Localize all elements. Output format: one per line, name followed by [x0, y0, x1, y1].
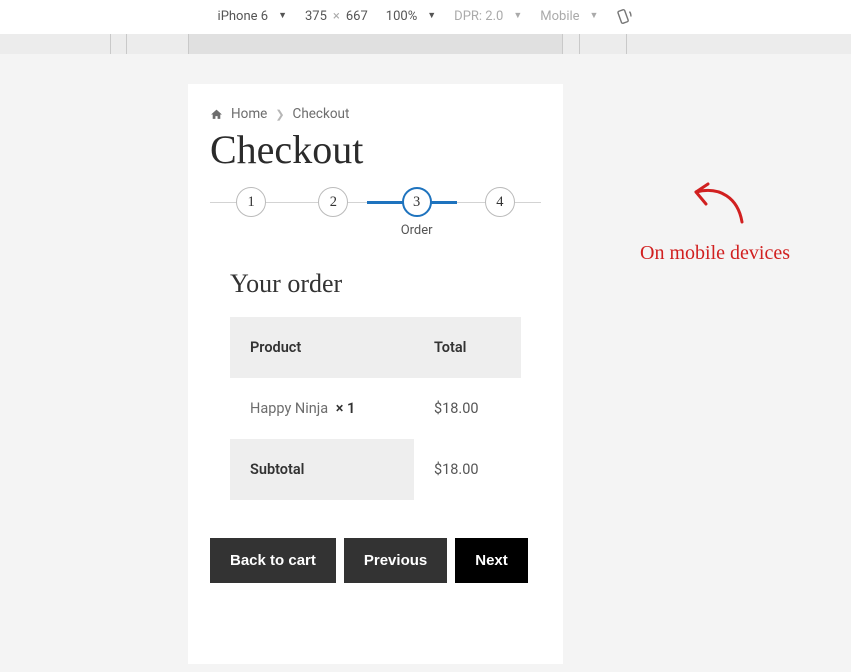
viewport-width[interactable]: 375 — [305, 9, 327, 24]
zoom-selector[interactable]: 100% ▼ — [386, 9, 436, 24]
next-button[interactable]: Next — [455, 538, 528, 583]
mobile-viewport: Home ❯ Checkout Checkout 1 2 3 Ord — [188, 84, 563, 664]
zoom-value: 100% — [386, 9, 417, 24]
overlay-annotation: On mobile devices — [595, 174, 835, 265]
step-number: 2 — [318, 187, 348, 217]
item-qty: × 1 — [336, 400, 356, 417]
breadcrumb-home-link[interactable]: Home — [231, 106, 267, 122]
previous-button[interactable]: Previous — [344, 538, 447, 583]
order-section: Your order Product Total Happy Ninja × 1… — [210, 269, 541, 500]
dropdown-triangle-icon: ▼ — [513, 10, 522, 21]
checkout-steps: 1 2 3 Order 4 — [210, 187, 541, 239]
overlay-text: On mobile devices — [595, 242, 835, 265]
devtools-canvas: Home ❯ Checkout Checkout 1 2 3 Ord — [0, 54, 851, 672]
table-header-row: Product Total — [230, 317, 521, 378]
viewport-height[interactable]: 667 — [346, 9, 368, 24]
curved-arrow-icon — [680, 174, 750, 234]
back-to-cart-button[interactable]: Back to cart — [210, 538, 336, 583]
order-table: Product Total Happy Ninja × 1 $18.00 Sub… — [230, 317, 521, 500]
chevron-right-icon: ❯ — [275, 108, 284, 121]
dpr-value: DPR: 2.0 — [454, 9, 503, 24]
throttle-value: Mobile — [540, 9, 579, 24]
throttle-selector[interactable]: Mobile ▼ — [540, 9, 598, 24]
line-item-cell: Happy Ninja × 1 — [230, 378, 414, 439]
col-total: Total — [414, 317, 521, 378]
step-label: Order — [401, 223, 433, 239]
viewport-ruler — [0, 34, 851, 54]
dim-separator: × — [333, 9, 340, 24]
viewport-dimensions: 375 × 667 — [305, 9, 368, 24]
step-4[interactable]: 4 — [485, 187, 515, 239]
dropdown-triangle-icon: ▼ — [427, 10, 436, 21]
order-heading: Your order — [230, 269, 521, 299]
step-2[interactable]: 2 — [318, 187, 348, 239]
page-title: Checkout — [210, 126, 541, 173]
step-number: 4 — [485, 187, 515, 217]
subtotal-row: Subtotal $18.00 — [230, 439, 521, 500]
breadcrumb: Home ❯ Checkout — [210, 106, 541, 122]
home-icon — [210, 108, 223, 121]
item-total: $18.00 — [414, 378, 521, 439]
step-3[interactable]: 3 Order — [401, 187, 433, 239]
subtotal-label: Subtotal — [230, 439, 414, 500]
item-name: Happy Ninja — [250, 400, 328, 417]
devtools-device-toolbar: iPhone 6 ▼ 375 × 667 100% ▼ DPR: 2.0 ▼ M… — [0, 0, 851, 34]
col-product: Product — [230, 317, 414, 378]
device-selector[interactable]: iPhone 6 ▼ — [218, 9, 287, 24]
step-1[interactable]: 1 — [236, 187, 266, 239]
subtotal-value: $18.00 — [414, 439, 521, 500]
dpr-selector[interactable]: DPR: 2.0 ▼ — [454, 9, 522, 24]
breadcrumb-current: Checkout — [293, 106, 350, 122]
dropdown-triangle-icon: ▼ — [590, 10, 599, 21]
device-name: iPhone 6 — [218, 9, 269, 24]
table-row: Happy Ninja × 1 $18.00 — [230, 378, 521, 439]
step-number: 3 — [402, 187, 432, 217]
rotate-device-icon[interactable] — [616, 8, 633, 25]
dropdown-triangle-icon: ▼ — [278, 10, 287, 21]
step-number: 1 — [236, 187, 266, 217]
checkout-nav-buttons: Back to cart Previous Next — [210, 538, 541, 583]
